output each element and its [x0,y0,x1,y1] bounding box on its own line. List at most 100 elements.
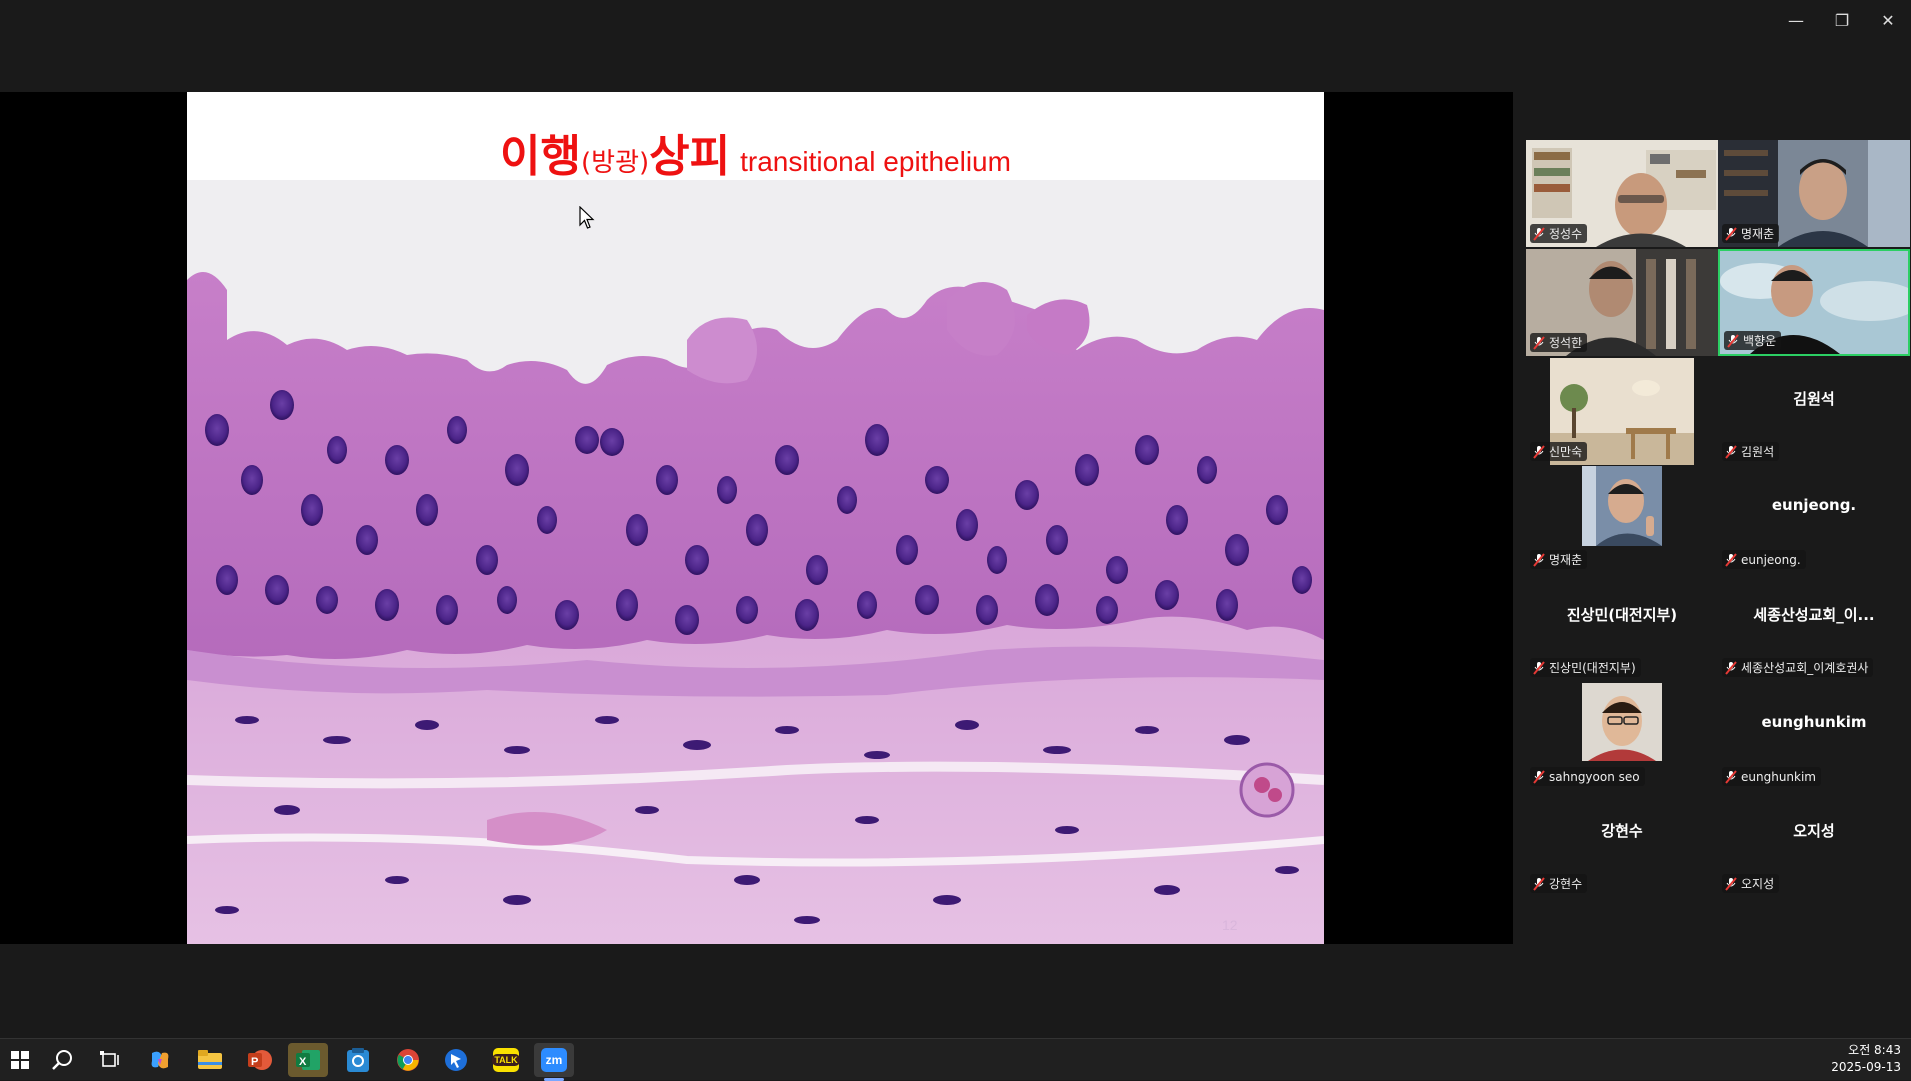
search-icon [52,1050,72,1070]
participant-label: 진상민(대전지부) [1530,658,1641,677]
slide-title-part2: (방광) [581,148,650,178]
participant-tile-no-video[interactable]: eunghunkim eunghunkim [1718,683,1910,790]
participant-label: 신만숙 [1530,442,1588,461]
participant-tile-no-video[interactable]: 진상민(대전지부) 진상민(대전지부) [1526,574,1718,681]
copilot-icon [151,1051,169,1069]
micrograph-image: 12 [187,180,1324,944]
app-button[interactable] [338,1043,378,1077]
mouse-cursor-icon [579,206,595,229]
slide-title-english: transitional epithelium [740,146,1011,177]
start-button[interactable] [0,1043,40,1077]
task-view-button[interactable] [90,1043,130,1077]
participant-name: 신만숙 [1549,445,1583,459]
participant-tile[interactable]: 신만숙 [1526,358,1718,465]
mic-muted-icon [1533,444,1545,459]
mic-muted-icon [1533,876,1545,891]
participant-display-name: 강현수 [1601,822,1643,840]
slide-title-part3: 상피 [649,131,731,182]
participant-name: 정성수 [1549,227,1583,241]
mic-muted-icon [1725,226,1737,241]
file-explorer-button[interactable] [190,1043,230,1077]
participant-tile-no-video[interactable]: 세종산성교회_이... 세종산성교회_이계호권사 [1718,574,1910,681]
participant-tile[interactable]: 명재춘 [1718,140,1910,247]
slide-page-watermark: 12 [1222,917,1238,933]
participant-name: 명재춘 [1549,553,1583,567]
mic-muted-icon [1725,876,1737,891]
participant-label: 김원석 [1722,442,1780,461]
chrome-icon [397,1049,419,1071]
mic-muted-icon [1533,660,1545,675]
participant-name: eunghunkim [1741,769,1816,784]
minimize-button[interactable]: — [1773,4,1819,36]
zoom-window: — ❐ ✕ 이행(방광)상피 transitional epithelium 1… [0,0,1911,1038]
participant-label: 정성수 [1530,224,1588,243]
participant-label: 강현수 [1530,874,1588,893]
participant-tile-no-video[interactable]: 김원석 김원석 [1718,358,1910,465]
participant-name: 강현수 [1549,877,1583,891]
mic-muted-icon [1725,769,1737,784]
participant-tile[interactable]: 정성수 [1526,140,1718,247]
participant-tile[interactable]: 정석한 [1526,249,1718,356]
participant-name: 진상민(대전지부) [1549,661,1636,675]
title-bar: — ❐ ✕ [0,0,1911,40]
participant-display-name: 김원석 [1793,390,1835,408]
close-button[interactable]: ✕ [1865,4,1911,36]
participant-name: 오지성 [1741,877,1775,891]
participant-display-name: 진상민(대전지부) [1566,606,1678,624]
windows-taskbar: P X TALK zm 오전 8:43 2025-09-13 [0,1038,1911,1081]
participant-name: 명재춘 [1741,227,1775,241]
close-icon: ✕ [1881,10,1895,30]
kakaotalk-button[interactable]: TALK [486,1043,526,1077]
participant-label: 백향운 [1724,331,1782,350]
svg-text:X: X [299,1056,307,1068]
shared-slide: 이행(방광)상피 transitional epithelium 12 [187,92,1324,944]
participant-display-name: eunghunkim [1761,713,1867,731]
mic-muted-icon [1725,660,1737,675]
participant-gallery: 정성수 명재춘 정석한 백향운 신만숙 김원석 김원석 명재춘 eunjeong… [1524,138,1911,898]
zoom-icon: zm [541,1048,567,1072]
participant-label: sahngyoon seo [1530,767,1645,786]
participant-tile-no-video[interactable]: 오지성 오지성 [1718,790,1910,897]
participant-label: eunghunkim [1722,767,1821,786]
kakaotalk-label: TALK [492,1054,520,1066]
participant-tile-no-video[interactable]: 강현수 강현수 [1526,790,1718,897]
participant-name: eunjeong. [1741,552,1801,567]
participant-tile-active-speaker[interactable]: 백향운 [1718,249,1910,356]
excel-icon: X [296,1050,320,1070]
participant-label: 명재춘 [1722,224,1780,243]
slide-title-part1: 이행 [500,131,582,182]
participant-name: 세종산성교회_이계호권사 [1741,661,1869,675]
powerpoint-button[interactable]: P [240,1043,280,1077]
zoom-button[interactable]: zm [534,1043,574,1077]
participant-tile[interactable]: 명재춘 [1526,466,1718,573]
mic-muted-icon [1727,333,1739,348]
mic-muted-icon [1533,335,1545,350]
participant-display-name: 오지성 [1793,822,1835,840]
excel-button[interactable]: X [288,1043,328,1077]
mic-muted-icon [1533,769,1545,784]
minimize-icon: — [1788,10,1804,30]
system-clock[interactable]: 오전 8:43 2025-09-13 [1831,1042,1901,1076]
participant-name: 정석한 [1549,336,1583,350]
clock-time: 오전 8:43 [1848,1043,1901,1057]
mic-muted-icon [1533,226,1545,241]
participant-tile-no-video[interactable]: eunjeong. eunjeong. [1718,466,1910,573]
restore-icon: ❐ [1834,10,1850,30]
participant-tile[interactable]: sahngyoon seo [1526,683,1718,790]
chrome-button[interactable] [388,1043,428,1077]
participant-label: eunjeong. [1722,550,1806,569]
participant-name: 백향운 [1743,334,1777,348]
app-button[interactable] [436,1043,476,1077]
powerpoint-icon: P [248,1050,272,1070]
mic-muted-icon [1725,444,1737,459]
participant-label: 오지성 [1722,874,1780,893]
task-view-icon [100,1051,119,1067]
participant-name: 김원석 [1741,445,1775,459]
restore-button[interactable]: ❐ [1819,4,1865,36]
slide-title: 이행(방광)상피 transitional epithelium [187,120,1324,184]
mic-muted-icon [1725,552,1737,567]
participant-name: sahngyoon seo [1549,769,1640,784]
copilot-button[interactable] [140,1043,180,1077]
app-icon [347,1048,369,1072]
search-button[interactable] [42,1043,82,1077]
